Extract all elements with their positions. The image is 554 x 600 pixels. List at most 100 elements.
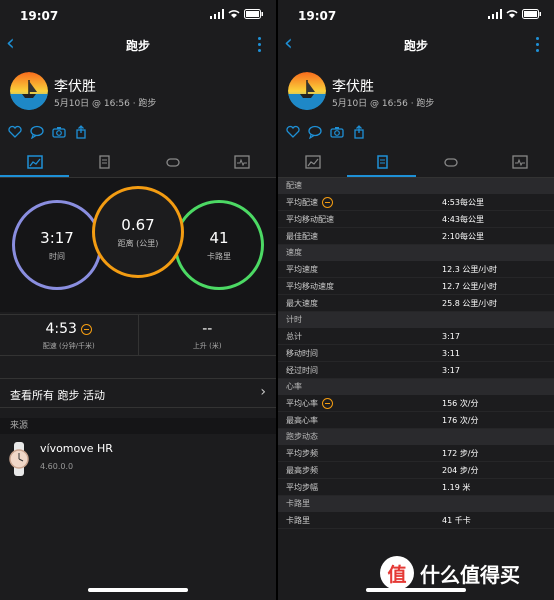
status-time: 19:07 xyxy=(298,9,337,23)
detail-key-label: 最大速度 xyxy=(286,298,318,308)
detail-row: 最佳配速 2:10每公里 xyxy=(278,228,554,245)
detail-key-label: 最佳配速 xyxy=(286,231,318,241)
avatar[interactable] xyxy=(288,72,326,110)
detail-key: 最大速度 xyxy=(278,298,442,309)
more-menu-icon[interactable] xyxy=(536,37,540,53)
activity-tabs xyxy=(0,146,276,178)
tab-summary[interactable] xyxy=(278,146,347,177)
profile-name: 李伏胜 xyxy=(332,79,374,95)
home-indicator[interactable] xyxy=(88,588,188,592)
detail-value: 41 千卡 xyxy=(442,515,471,525)
detail-key-label: 经过时间 xyxy=(286,365,318,375)
camera-icon[interactable] xyxy=(330,124,344,138)
tab-laps[interactable] xyxy=(416,146,485,177)
detail-value: 12.3 公里/小时 xyxy=(442,264,498,274)
activity-tabs xyxy=(278,146,554,178)
wifi-icon xyxy=(506,10,518,18)
status-icons xyxy=(210,9,264,19)
detail-value: 176 次/分 xyxy=(442,415,479,425)
detail-key: 平均配速 xyxy=(278,196,442,208)
source-header: 来源 xyxy=(0,418,276,434)
detail-value: 2:10每公里 xyxy=(442,231,484,241)
gauge-icon xyxy=(322,397,333,409)
watermark-badge: 值 xyxy=(380,556,414,590)
detail-key-label: 移动时间 xyxy=(286,348,318,358)
detail-key-label: 平均步幅 xyxy=(286,482,318,492)
detail-key-label: 平均速度 xyxy=(286,264,318,274)
details-table: 配速 平均配速 4:53每公里 平均移动配速 4:43每公里 最佳配速 2:10每公里 速度平… xyxy=(278,178,554,529)
detail-row: 最高心率 176 次/分 xyxy=(278,412,554,429)
camera-icon[interactable] xyxy=(52,124,66,138)
signal-icon xyxy=(488,9,502,19)
detail-row: 最高步频 204 步/分 xyxy=(278,462,554,479)
detail-key-label: 最高心率 xyxy=(286,415,318,425)
device-version: 4.60.0.0 xyxy=(40,462,74,471)
section-header: 配速 xyxy=(278,178,554,194)
detail-key: 平均步频 xyxy=(278,448,442,459)
share-icon[interactable] xyxy=(74,124,88,139)
detail-value: 4:43每公里 xyxy=(442,214,484,224)
distance-value: 0.67 xyxy=(121,215,155,234)
detail-key-label: 平均移动速度 xyxy=(286,281,334,291)
page-title: 跑步 xyxy=(403,39,428,53)
summary-screen: 19:07 ‹ 跑步 李伏胜 5月10日 @ 16:56 · 跑步 3:17 时… xyxy=(0,0,276,600)
detail-key: 平均心率 xyxy=(278,397,442,409)
source-device[interactable]: vívomove HR 4.60.0.0 xyxy=(0,434,276,482)
status-time: 19:07 xyxy=(20,9,59,23)
detail-key: 经过时间 xyxy=(278,365,442,376)
comment-icon[interactable] xyxy=(308,124,322,140)
profile-header: 李伏胜 5月10日 @ 16:56 · 跑步 xyxy=(278,64,554,124)
heart-rate-chart-icon xyxy=(511,154,528,169)
nav-bar: ‹ 跑步 xyxy=(278,28,554,62)
detail-row: 平均心率 156 次/分 xyxy=(278,395,554,412)
detail-value: 1.19 米 xyxy=(442,482,471,492)
like-heart-icon[interactable] xyxy=(286,124,300,138)
wifi-icon xyxy=(228,10,240,18)
pace-gauge-icon xyxy=(80,323,92,335)
signal-icon xyxy=(210,9,224,19)
more-menu-icon[interactable] xyxy=(258,37,262,53)
distance-label: 距离 (公里) xyxy=(117,238,159,248)
tab-charts[interactable] xyxy=(207,146,276,177)
tab-details[interactable] xyxy=(69,146,138,177)
detail-key-label: 最高步频 xyxy=(286,465,318,475)
detail-value: 204 步/分 xyxy=(442,465,479,475)
detail-key: 卡路里 xyxy=(278,515,442,526)
view-all-activities-link[interactable]: 查看所有 跑步 活动 › xyxy=(0,378,276,408)
tab-charts[interactable] xyxy=(485,146,554,177)
detail-row: 经过时间 3:17 xyxy=(278,362,554,379)
detail-value: 3:17 xyxy=(442,331,460,341)
watermark-text: 什么值得买 xyxy=(420,562,520,587)
share-icon[interactable] xyxy=(352,124,366,139)
comment-icon[interactable] xyxy=(30,124,44,140)
detail-key: 最佳配速 xyxy=(278,231,442,242)
tab-details[interactable] xyxy=(347,146,416,177)
detail-key: 移动时间 xyxy=(278,348,442,359)
calories-label: 卡路里 xyxy=(207,251,231,261)
detail-key-label: 卡路里 xyxy=(286,515,310,525)
view-all-label: 查看所有 跑步 活动 xyxy=(10,389,105,402)
calories-value: 41 xyxy=(209,228,229,247)
secondary-stats: 4:53 配速 (分钟/千米) -- 上升 (米) xyxy=(0,314,276,356)
avatar[interactable] xyxy=(10,72,48,110)
document-icon xyxy=(98,154,110,169)
detail-value: 4:53每公里 xyxy=(442,197,484,207)
tab-summary[interactable] xyxy=(0,146,69,177)
time-ring: 3:17 时间 xyxy=(12,200,102,290)
nav-bar: ‹ 跑步 xyxy=(0,28,276,62)
detail-key: 总计 xyxy=(278,331,442,342)
like-heart-icon[interactable] xyxy=(8,124,22,138)
detail-key-label: 平均配速 xyxy=(286,197,318,207)
tab-laps[interactable] xyxy=(138,146,207,177)
detail-row: 总计 3:17 xyxy=(278,328,554,345)
detail-key-label: 平均步频 xyxy=(286,448,318,458)
detail-value: 3:17 xyxy=(442,365,460,375)
chevron-right-icon: › xyxy=(260,384,266,400)
status-icons xyxy=(488,9,542,19)
social-actions xyxy=(286,124,366,140)
battery-icon xyxy=(244,9,263,19)
profile-name: 李伏胜 xyxy=(54,79,96,95)
detail-row: 最大速度 25.8 公里/小时 xyxy=(278,295,554,312)
pace-stat: 4:53 配速 (分钟/千米) xyxy=(0,315,138,355)
detail-row: 平均步幅 1.19 米 xyxy=(278,479,554,496)
